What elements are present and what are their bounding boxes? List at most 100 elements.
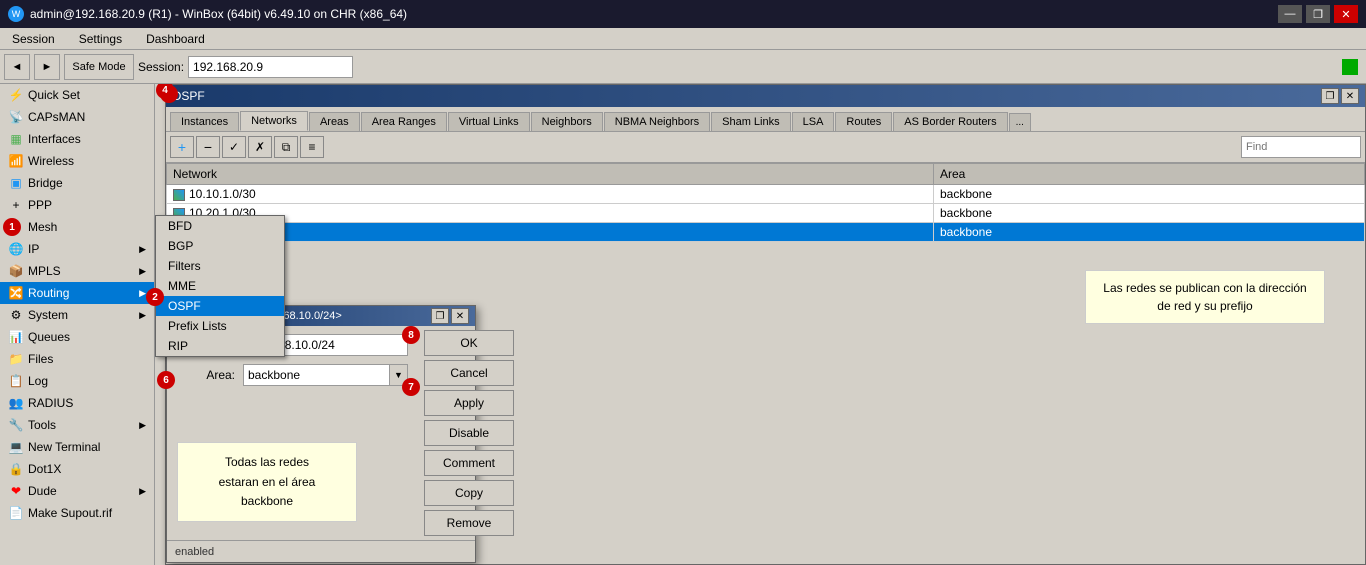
add-button[interactable]: + [170, 136, 194, 158]
window-controls: — ❐ ✕ [1278, 5, 1358, 23]
tab-networks[interactable]: Networks [240, 111, 308, 131]
remove-button[interactable]: − [196, 136, 220, 158]
tab-routes[interactable]: Routes [835, 112, 892, 131]
sub-close-button[interactable]: ✕ [451, 308, 469, 324]
interfaces-icon: ▦ [8, 131, 24, 147]
expand-arrow: ▶ [139, 288, 146, 299]
col-network[interactable]: Network [167, 164, 934, 185]
area-select[interactable]: backbone ▼ [243, 364, 408, 386]
step-8-badge: 8 [402, 326, 420, 344]
tab-sham-links[interactable]: Sham Links [711, 112, 790, 131]
tab-lsa[interactable]: LSA [792, 112, 835, 131]
system-icon: ⚙ [8, 307, 24, 323]
col-area[interactable]: Area [933, 164, 1364, 185]
sidebar-item-label: Files [28, 352, 146, 366]
networks-table-container: Network Area 10.10.1.0/30 backbone 10.20… [166, 163, 1365, 242]
maximize-button[interactable]: ❐ [1306, 5, 1330, 23]
tab-as-border-routers[interactable]: AS Border Routers [893, 112, 1007, 131]
sidebar-item-label: IP [28, 242, 135, 256]
sidebar-item-mpls[interactable]: 📦 MPLS ▶ [0, 260, 154, 282]
sidebar-item-label: Dot1X [28, 462, 146, 476]
area-label: Area: [175, 368, 235, 382]
sidebar-item-ppp[interactable]: + PPP [0, 194, 154, 216]
sidebar-item-label: Mesh [28, 220, 146, 234]
menu-dashboard[interactable]: Dashboard [138, 30, 213, 48]
sidebar-item-capsman[interactable]: 📡 CAPsMAN [0, 106, 154, 128]
menu-settings[interactable]: Settings [71, 30, 130, 48]
disable-button[interactable]: Disable [424, 420, 514, 446]
sidebar-item-label: Make Supout.rif [28, 506, 146, 520]
sidebar-item-label: Wireless [28, 154, 146, 168]
step-6-badge: 6 [157, 371, 175, 389]
expand-arrow: ▶ [139, 486, 146, 497]
tab-virtual-links[interactable]: Virtual Links [448, 112, 530, 131]
sidebar-item-queues[interactable]: 📊 Queues [0, 326, 154, 348]
expand-arrow: ▶ [139, 244, 146, 255]
sidebar-item-routing[interactable]: 🔀 Routing ▶ [0, 282, 154, 304]
sidebar-item-radius[interactable]: 👥 RADIUS [0, 392, 154, 414]
find-input[interactable] [1241, 136, 1361, 158]
wireless-icon: 📶 [8, 153, 24, 169]
sidebar-item-system[interactable]: ⚙ System ▶ [0, 304, 154, 326]
forward-button[interactable]: ► [34, 54, 60, 80]
ok-button[interactable]: OK [424, 330, 514, 356]
sidebar-item-mesh[interactable]: • Mesh [0, 216, 154, 238]
tooltip-networks: Las redes se publican con la dirección d… [1085, 270, 1325, 324]
remove-button[interactable]: Remove [424, 510, 514, 536]
ospf-close-button[interactable]: ✕ [1341, 88, 1359, 104]
sidebar-item-files[interactable]: 📁 Files [0, 348, 154, 370]
sidebar-item-dude[interactable]: ❤ Dude ▶ [0, 480, 154, 502]
tab-more[interactable]: ... [1009, 113, 1031, 131]
sidebar-item-label: CAPsMAN [28, 110, 146, 124]
disable-button[interactable]: ✗ [248, 136, 272, 158]
sidebar-item-quick-set[interactable]: ⚡ Quick Set [0, 84, 154, 106]
sidebar-item-dot1x[interactable]: 🔒 Dot1X [0, 458, 154, 480]
ppp-icon: + [8, 197, 24, 213]
tab-neighbors[interactable]: Neighbors [531, 112, 603, 131]
quick-set-icon: ⚡ [8, 87, 24, 103]
ospf-maximize-button[interactable]: ❐ [1321, 88, 1339, 104]
sidebar-item-bridge[interactable]: ▣ Bridge [0, 172, 154, 194]
app-logo: W [8, 6, 24, 22]
close-button[interactable]: ✕ [1334, 5, 1358, 23]
tab-area-ranges[interactable]: Area Ranges [361, 112, 447, 131]
sub-window-buttons: 7 8 OK Cancel Apply Disable Comment Copy… [416, 326, 522, 540]
back-button[interactable]: ◄ [4, 54, 30, 80]
tooltip2-line1: Todas las redes [192, 453, 342, 472]
tab-nbma-neighbors[interactable]: NBMA Neighbors [604, 112, 710, 131]
expand-arrow: ▶ [139, 310, 146, 321]
apply-button[interactable]: Apply [424, 390, 514, 416]
tooltip2-line3: backbone [192, 492, 342, 511]
sub-window-controls: ❐ ✕ [431, 308, 469, 324]
connection-indicator [1342, 59, 1358, 75]
table-row[interactable]: 192.168.10.0/24 backbone [167, 223, 1365, 242]
sidebar-item-new-terminal[interactable]: 💻 New Terminal [0, 436, 154, 458]
tab-instances[interactable]: Instances [170, 112, 239, 131]
sidebar-item-wireless[interactable]: 📶 Wireless [0, 150, 154, 172]
cancel-button[interactable]: Cancel [424, 360, 514, 386]
sidebar-item-ip[interactable]: 🌐 IP ▶ [0, 238, 154, 260]
menu-session[interactable]: Session [4, 30, 63, 48]
session-input[interactable] [188, 56, 353, 78]
supout-icon: 📄 [8, 505, 24, 521]
sidebar-item-tools[interactable]: 🔧 Tools ▶ [0, 414, 154, 436]
radius-icon: 👥 [8, 395, 24, 411]
sub-maximize-button[interactable]: ❐ [431, 308, 449, 324]
comment-button[interactable]: Comment [424, 450, 514, 476]
enable-button[interactable]: ✓ [222, 136, 246, 158]
copy-button[interactable]: ⧉ [274, 136, 298, 158]
table-row[interactable]: 10.20.1.0/30 backbone [167, 204, 1365, 223]
form-area: 5 6 Network: Area: backbone ▼ [167, 326, 416, 540]
filter-button[interactable]: ≡ [300, 136, 324, 158]
sidebar-item-label: New Terminal [28, 440, 146, 454]
area-cell: backbone [933, 204, 1364, 223]
minimize-button[interactable]: — [1278, 5, 1302, 23]
sidebar-item-make-supout[interactable]: 📄 Make Supout.rif [0, 502, 154, 524]
expand-arrow: ▶ [139, 420, 146, 431]
sidebar-item-log[interactable]: 📋 Log [0, 370, 154, 392]
safe-mode-button[interactable]: Safe Mode [64, 54, 134, 80]
table-row[interactable]: 10.10.1.0/30 backbone [167, 185, 1365, 204]
sidebar-item-interfaces[interactable]: ▦ Interfaces [0, 128, 154, 150]
tab-areas[interactable]: Areas [309, 112, 360, 131]
copy-button[interactable]: Copy [424, 480, 514, 506]
